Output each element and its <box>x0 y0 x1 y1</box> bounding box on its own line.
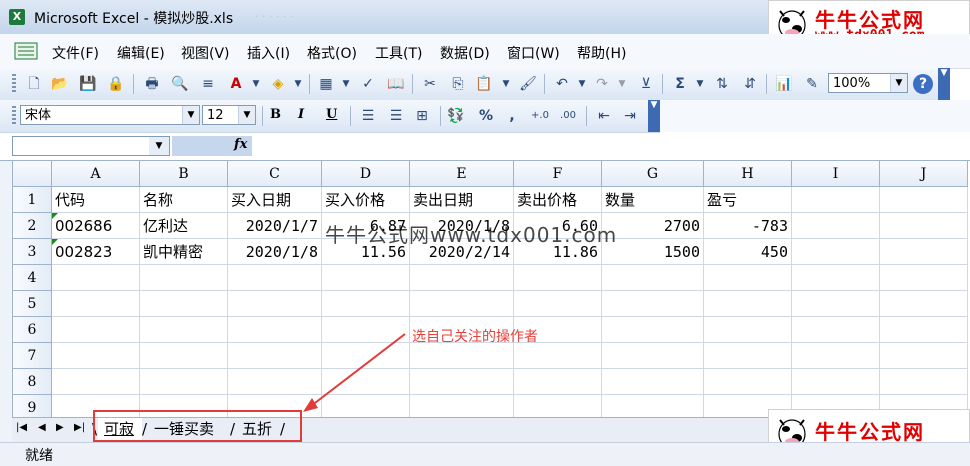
annotation-arrow <box>303 333 406 412</box>
annotation-highlight-box <box>93 410 302 442</box>
